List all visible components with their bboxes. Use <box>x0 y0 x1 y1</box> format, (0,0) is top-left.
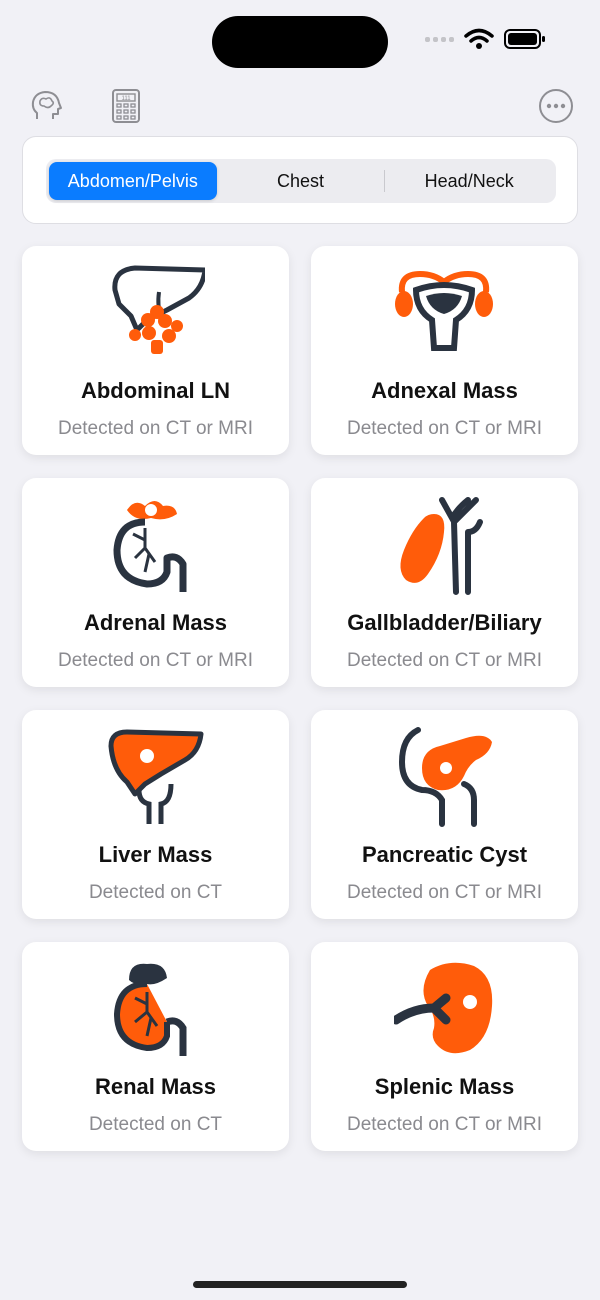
card-renal-mass[interactable]: Renal Mass Detected on CT <box>22 942 289 1151</box>
status-indicators <box>425 28 546 50</box>
card-subtitle: Detected on CT or MRI <box>57 650 253 671</box>
card-adnexal-mass[interactable]: Adnexal Mass Detected on CT or MRI <box>311 246 578 455</box>
segment-head-neck[interactable]: Head/Neck <box>385 162 553 200</box>
card-title: Abdominal LN <box>80 378 231 403</box>
liver-icon <box>108 729 204 824</box>
card-title: Pancreatic Cyst <box>361 842 528 867</box>
spleen-icon <box>394 962 493 1054</box>
home-indicator[interactable] <box>193 1281 407 1288</box>
card-subtitle: Detected on CT or MRI <box>346 418 542 439</box>
card-title: Adnexal Mass <box>371 378 518 403</box>
card-subtitle: Detected on CT <box>88 882 223 903</box>
segment-chest[interactable]: Chest <box>217 162 385 200</box>
card-subtitle: Detected on CT or MRI <box>57 418 253 439</box>
dynamic-island <box>212 16 388 68</box>
more-button[interactable] <box>534 84 578 128</box>
card-gallbladder-biliary[interactable]: Gallbladder/Biliary Detected on CT or MR… <box>311 478 578 687</box>
liver-lymph-node-icon <box>112 265 205 354</box>
card-splenic-mass[interactable]: Splenic Mass Detected on CT or MRI <box>311 942 578 1151</box>
toolbar: 111 <box>0 84 600 132</box>
battery-icon <box>504 29 545 49</box>
status-bar <box>0 0 600 80</box>
card-adrenal-mass[interactable]: Adrenal Mass Detected on CT or MRI <box>22 478 289 687</box>
calculator-button[interactable]: 111 <box>104 84 148 128</box>
region-segmented-control: Abdomen/Pelvis Chest Head/Neck <box>46 159 556 203</box>
card-liver-mass[interactable]: Liver Mass Detected on CT <box>22 710 289 919</box>
kidney-adrenal-icon <box>113 501 187 592</box>
brain-icon <box>31 91 62 119</box>
calculator-icon: 111 <box>112 89 140 123</box>
calculator-display: 111 <box>121 96 131 102</box>
kidney-icon <box>113 963 187 1056</box>
segment-abdomen-pelvis[interactable]: Abdomen/Pelvis <box>49 162 217 200</box>
card-title: Renal Mass <box>94 1074 217 1099</box>
card-abdominal-ln[interactable]: Abdominal LN Detected on CT or MRI <box>22 246 289 455</box>
cellular-signal-icon <box>425 36 454 42</box>
brain-button[interactable] <box>24 84 68 128</box>
card-subtitle: Detected on CT <box>88 1114 223 1135</box>
card-pancreatic-cyst[interactable]: Pancreatic Cyst Detected on CT or MRI <box>311 710 578 919</box>
card-title: Gallbladder/Biliary <box>347 610 542 635</box>
card-subtitle: Detected on CT or MRI <box>346 882 542 903</box>
wifi-icon <box>464 28 494 49</box>
pancreas-icon <box>398 727 492 827</box>
uterus-ovaries-icon <box>395 270 493 351</box>
more-icon <box>539 89 573 123</box>
gallbladder-icon <box>400 497 483 595</box>
topic-grid: Abdominal LN Detected on CT or MRI Adnex… <box>22 246 578 1151</box>
card-title: Splenic Mass <box>374 1074 515 1099</box>
card-title: Adrenal Mass <box>83 610 228 635</box>
card-title: Liver Mass <box>98 842 213 867</box>
region-picker-card: Abdomen/Pelvis Chest Head/Neck <box>22 136 578 224</box>
card-subtitle: Detected on CT or MRI <box>346 650 542 671</box>
card-subtitle: Detected on CT or MRI <box>346 1114 542 1135</box>
